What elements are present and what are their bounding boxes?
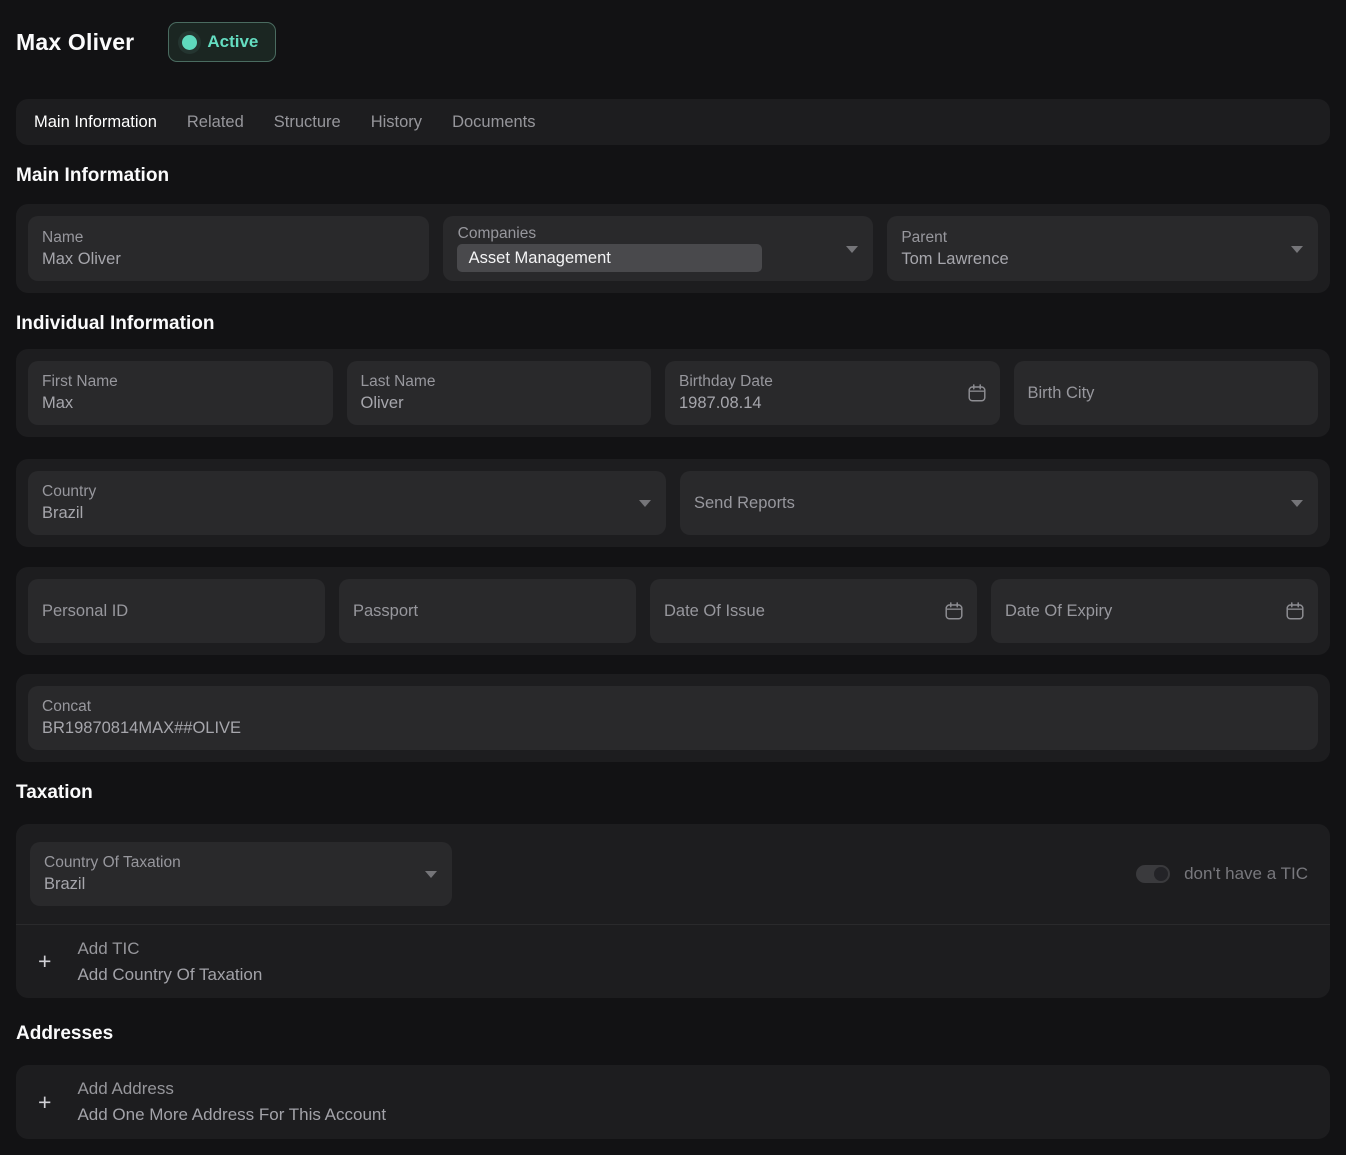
add-address-title: Add Address xyxy=(77,1079,386,1099)
concat-card: Concat BR19870814MAX##OLIVE xyxy=(16,674,1330,762)
send-reports-placeholder: Send Reports xyxy=(694,492,1274,514)
name-field[interactable]: Name Max Oliver xyxy=(28,216,429,281)
individual-information-card-row1: First Name Max Last Name Oliver Birthday… xyxy=(16,349,1330,437)
birth-city-field[interactable]: Birth City xyxy=(1014,361,1319,425)
individual-information-card-row2: Country Brazil Send Reports xyxy=(16,459,1330,547)
tab-history[interactable]: History xyxy=(371,113,422,132)
taxation-row: Country Of Taxation Brazil don't have a … xyxy=(16,824,1330,924)
status-badge-label: Active xyxy=(207,32,258,52)
name-label: Name xyxy=(42,228,415,248)
main-information-card: Name Max Oliver Companies Asset Manageme… xyxy=(16,204,1330,293)
tic-toggle[interactable] xyxy=(1136,865,1170,883)
chevron-down-icon xyxy=(846,246,858,253)
tic-toggle-group: don't have a TIC xyxy=(1136,864,1316,884)
tic-toggle-label: don't have a TIC xyxy=(1184,864,1308,884)
calendar-icon xyxy=(943,600,965,622)
first-name-field[interactable]: First Name Max xyxy=(28,361,333,425)
add-tic-subtitle: Add Country Of Taxation xyxy=(77,965,262,985)
date-of-issue-field[interactable]: Date Of Issue xyxy=(650,579,977,643)
personal-id-field[interactable]: Personal ID xyxy=(28,579,325,643)
concat-label: Concat xyxy=(42,697,1304,717)
taxation-heading: Taxation xyxy=(16,782,1330,804)
first-name-label: First Name xyxy=(42,372,319,392)
passport-field[interactable]: Passport xyxy=(339,579,636,643)
companies-selected-chip: Asset Management xyxy=(457,244,763,272)
first-name-value: Max xyxy=(42,392,319,414)
parent-select[interactable]: Parent Tom Lawrence xyxy=(887,216,1318,281)
tab-bar: Main Information Related Structure Histo… xyxy=(16,99,1330,145)
country-value: Brazil xyxy=(42,502,622,524)
tab-structure[interactable]: Structure xyxy=(274,113,341,132)
tab-main-information[interactable]: Main Information xyxy=(34,113,157,132)
account-page: Max Oliver Active Main Information Relat… xyxy=(0,0,1346,1155)
name-value: Max Oliver xyxy=(42,248,415,270)
country-of-taxation-value: Brazil xyxy=(44,873,408,895)
last-name-label: Last Name xyxy=(361,372,638,392)
status-badge[interactable]: Active xyxy=(168,22,276,62)
calendar-icon xyxy=(966,382,988,404)
last-name-field[interactable]: Last Name Oliver xyxy=(347,361,652,425)
tab-documents[interactable]: Documents xyxy=(452,113,535,132)
country-select[interactable]: Country Brazil xyxy=(28,471,666,535)
add-tic-button[interactable]: + Add TIC Add Country Of Taxation xyxy=(16,925,1330,998)
companies-select[interactable]: Companies Asset Management xyxy=(443,216,874,281)
chevron-down-icon xyxy=(1291,500,1303,507)
passport-placeholder: Passport xyxy=(353,600,622,622)
birthday-date-label: Birthday Date xyxy=(679,372,956,392)
country-of-taxation-select[interactable]: Country Of Taxation Brazil xyxy=(30,842,452,906)
birth-city-placeholder: Birth City xyxy=(1028,382,1305,404)
addresses-card: + Add Address Add One More Address For T… xyxy=(16,1065,1330,1139)
chevron-down-icon xyxy=(425,871,437,878)
toggle-knob-icon xyxy=(1154,867,1168,881)
plus-icon: + xyxy=(38,950,51,973)
chevron-down-icon xyxy=(639,500,651,507)
calendar-icon xyxy=(1284,600,1306,622)
individual-information-card-row3: Personal ID Passport Date Of Issue Date … xyxy=(16,567,1330,655)
concat-value: BR19870814MAX##OLIVE xyxy=(42,717,1304,739)
status-dot-icon xyxy=(182,35,197,50)
add-address-button[interactable]: + Add Address Add One More Address For T… xyxy=(16,1065,1330,1139)
birthday-date-value: 1987.08.14 xyxy=(679,392,956,414)
birthday-date-field[interactable]: Birthday Date 1987.08.14 xyxy=(665,361,1000,425)
chevron-down-icon xyxy=(1291,246,1303,253)
send-reports-select[interactable]: Send Reports xyxy=(680,471,1318,535)
tab-related[interactable]: Related xyxy=(187,113,244,132)
date-of-issue-placeholder: Date Of Issue xyxy=(664,600,933,622)
last-name-value: Oliver xyxy=(361,392,638,414)
add-address-subtitle: Add One More Address For This Account xyxy=(77,1105,386,1125)
country-label: Country xyxy=(42,482,622,502)
taxation-card: Country Of Taxation Brazil don't have a … xyxy=(16,824,1330,998)
addresses-heading: Addresses xyxy=(16,1023,1330,1045)
date-of-expiry-field[interactable]: Date Of Expiry xyxy=(991,579,1318,643)
parent-value: Tom Lawrence xyxy=(901,248,1274,270)
concat-field[interactable]: Concat BR19870814MAX##OLIVE xyxy=(28,686,1318,750)
main-information-heading: Main Information xyxy=(16,165,1330,187)
parent-label: Parent xyxy=(901,228,1274,248)
page-header: Max Oliver Active xyxy=(16,16,1330,62)
add-tic-title: Add TIC xyxy=(77,939,262,959)
country-of-taxation-label: Country Of Taxation xyxy=(44,853,408,873)
individual-information-heading: Individual Information xyxy=(16,313,1330,335)
companies-label: Companies xyxy=(458,224,830,244)
plus-icon: + xyxy=(38,1091,51,1114)
date-of-expiry-placeholder: Date Of Expiry xyxy=(1005,600,1274,622)
personal-id-placeholder: Personal ID xyxy=(42,600,311,622)
page-title: Max Oliver xyxy=(16,29,134,56)
